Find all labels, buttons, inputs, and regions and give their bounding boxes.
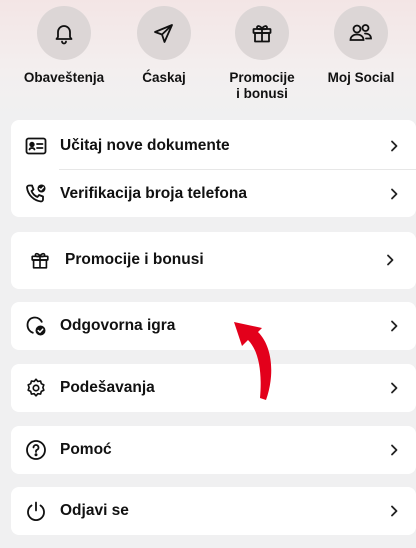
chevron-right-icon <box>390 187 400 201</box>
menu-item-label: Učitaj nove dokumente <box>60 137 230 154</box>
logout-card: Odjavi se <box>11 487 416 535</box>
chevron-right-icon <box>386 253 396 267</box>
promotions-card: Promocije i bonusi <box>11 232 416 289</box>
verification-card: Učitaj nove dokumente Verifikacija broja… <box>11 120 416 217</box>
chevron-right-icon <box>390 443 400 457</box>
gift-icon <box>252 25 272 43</box>
id-card-icon <box>25 135 47 157</box>
menu-item-help[interactable]: Pomoć <box>11 426 416 474</box>
quick-action-promotions[interactable]: Promocije i bonusi <box>210 6 314 102</box>
menu-item-responsible-gaming[interactable]: Odgovorna igra <box>11 302 416 350</box>
menu-item-promotions[interactable]: Promocije i bonusi <box>15 236 416 284</box>
quick-action-circle <box>137 6 191 60</box>
quick-action-label: Moj Social <box>327 70 395 85</box>
menu-item-label: Podešavanja <box>60 379 155 396</box>
quick-action-label: Obaveštenja <box>23 70 105 85</box>
shield-check-icon <box>25 315 47 337</box>
menu-item-label: Odgovorna igra <box>60 317 176 334</box>
gear-icon <box>25 377 47 399</box>
settings-card: Podešavanja <box>11 364 416 412</box>
annotation-arrow-icon <box>234 322 272 400</box>
quick-action-circle <box>37 6 91 60</box>
phone-check-icon <box>25 183 47 205</box>
menu-item-logout[interactable]: Odjavi se <box>11 487 416 535</box>
quick-action-label: Ćaskaj <box>142 70 186 85</box>
responsible-gaming-card: Odgovorna igra <box>11 302 416 350</box>
users-icon <box>349 24 372 41</box>
gift-icon <box>29 249 51 271</box>
chevron-right-icon <box>390 504 400 518</box>
quick-action-circle <box>334 6 388 60</box>
quick-action-social[interactable]: Moj Social <box>309 6 413 86</box>
quick-action-chat[interactable]: Ćaskaj <box>112 6 216 86</box>
menu-item-settings[interactable]: Podešavanja <box>11 364 416 412</box>
quick-action-circle <box>235 6 289 60</box>
menu-item-phone-verification[interactable]: Verifikacija broja telefona <box>11 170 416 218</box>
chevron-right-icon <box>390 381 400 395</box>
bell-icon <box>55 25 73 45</box>
question-icon <box>25 439 47 461</box>
menu-item-label: Odjavi se <box>60 502 129 519</box>
quick-action-label: Promocije i bonusi <box>229 70 295 101</box>
chevron-right-icon <box>390 319 400 333</box>
help-card: Pomoć <box>11 426 416 474</box>
chevron-right-icon <box>390 139 400 153</box>
quick-action-notifications[interactable]: Obaveštenja <box>12 6 116 86</box>
menu-item-label: Verifikacija broja telefona <box>60 185 247 202</box>
power-icon <box>25 500 47 522</box>
menu-item-documents[interactable]: Učitaj nove dokumente <box>11 122 416 170</box>
send-icon <box>154 24 173 43</box>
menu-item-label: Pomoć <box>60 441 112 458</box>
menu-item-label: Promocije i bonusi <box>65 251 204 268</box>
